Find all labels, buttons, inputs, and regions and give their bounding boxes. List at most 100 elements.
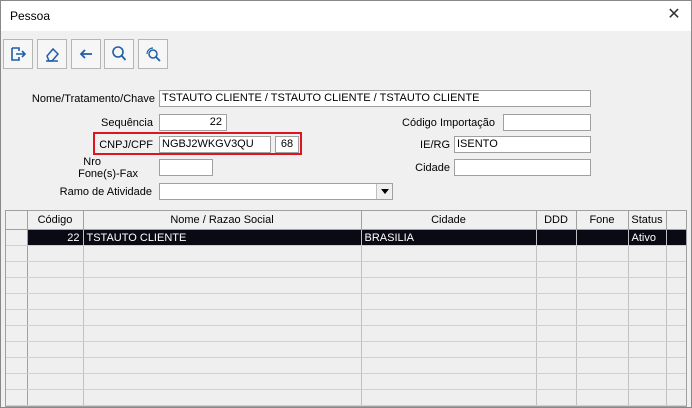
chevron-down-icon[interactable]: [376, 184, 392, 199]
title-bar: Pessoa ✕: [1, 1, 691, 31]
empty-cell: [536, 389, 577, 406]
empty-cell: [83, 373, 362, 390]
ierg-label: IE/RG: [420, 139, 450, 151]
empty-cell: [576, 277, 629, 294]
exit-icon: [11, 47, 27, 61]
cell-codigo: 22: [27, 229, 84, 246]
col-nome[interactable]: Nome / Razao Social: [83, 211, 362, 230]
sequencia-field[interactable]: 22: [159, 114, 227, 131]
empty-cell: [6, 389, 28, 406]
ramo-label: Ramo de Atividade: [59, 186, 152, 198]
empty-cell: [666, 245, 686, 262]
empty-cell: [628, 277, 667, 294]
empty-cell: [27, 341, 84, 358]
empty-cell: [361, 277, 537, 294]
empty-cell: [628, 373, 667, 390]
empty-cell: [83, 293, 362, 310]
sequencia-label: Sequência: [101, 117, 153, 129]
empty-cell: [576, 309, 629, 326]
empty-cell: [83, 341, 362, 358]
empty-cell: [27, 293, 84, 310]
grid-spacer-header: [666, 211, 686, 230]
empty-cell: [27, 309, 84, 326]
empty-row: [6, 245, 686, 262]
empty-cell: [666, 389, 686, 406]
cell-spacer: [666, 229, 686, 246]
empty-cell: [83, 245, 362, 262]
empty-cell: [666, 373, 686, 390]
empty-cell: [666, 325, 686, 342]
back-button[interactable]: [71, 39, 101, 69]
empty-row: [6, 389, 686, 406]
empty-cell: [536, 341, 577, 358]
nro-label: Nro: [83, 156, 101, 168]
clear-button[interactable]: [37, 39, 67, 69]
empty-row: [6, 373, 686, 390]
search-icon: [112, 46, 127, 61]
close-icon[interactable]: ✕: [665, 6, 683, 24]
ramo-select[interactable]: [159, 183, 393, 200]
empty-cell: [628, 293, 667, 310]
cell-ddd: [536, 229, 577, 246]
empty-cell: [83, 261, 362, 278]
empty-cell: [628, 325, 667, 342]
empty-cell: [576, 389, 629, 406]
empty-cell: [6, 357, 28, 374]
col-ddd[interactable]: DDD: [536, 211, 577, 230]
empty-cell: [628, 357, 667, 374]
advanced-search-button[interactable]: [138, 39, 168, 69]
empty-row: [6, 325, 686, 342]
nome-field[interactable]: TSTAUTO CLIENTE / TSTAUTO CLIENTE / TSTA…: [159, 90, 591, 107]
col-codigo[interactable]: Código: [27, 211, 84, 230]
cnpj-highlight-box: [93, 132, 302, 155]
fone-field[interactable]: [159, 159, 213, 176]
empty-cell: [361, 357, 537, 374]
empty-cell: [536, 309, 577, 326]
empty-cell: [576, 325, 629, 342]
empty-cell: [536, 325, 577, 342]
empty-cell: [27, 325, 84, 342]
empty-row: [6, 277, 686, 294]
cell-cidade: BRASILIA: [361, 229, 537, 246]
empty-cell: [27, 373, 84, 390]
empty-cell: [83, 357, 362, 374]
empty-cell: [27, 245, 84, 262]
empty-cell: [536, 261, 577, 278]
table-row[interactable]: 22 TSTAUTO CLIENTE BRASILIA Ativo: [6, 229, 686, 246]
cidade-field[interactable]: [454, 159, 591, 176]
empty-row: [6, 309, 686, 326]
empty-row: [6, 261, 686, 278]
empty-cell: [83, 389, 362, 406]
empty-cell: [27, 357, 84, 374]
empty-cell: [536, 245, 577, 262]
empty-row: [6, 357, 686, 374]
codigo-importacao-field[interactable]: [503, 114, 591, 131]
empty-cell: [576, 293, 629, 310]
col-cidade[interactable]: Cidade: [361, 211, 537, 230]
empty-cell: [628, 261, 667, 278]
empty-cell: [628, 341, 667, 358]
empty-cell: [576, 373, 629, 390]
empty-cell: [536, 293, 577, 310]
empty-cell: [536, 277, 577, 294]
empty-row: [6, 293, 686, 310]
search-button[interactable]: [104, 39, 134, 69]
toolbar: [1, 37, 691, 71]
empty-cell: [6, 293, 28, 310]
col-status[interactable]: Status: [628, 211, 667, 230]
empty-cell: [666, 277, 686, 294]
ierg-field[interactable]: ISENTO: [454, 136, 591, 153]
cell-status: Ativo: [628, 229, 667, 246]
empty-cell: [83, 325, 362, 342]
cell-nome: TSTAUTO CLIENTE: [83, 229, 362, 246]
empty-cell: [6, 341, 28, 358]
col-fone[interactable]: Fone: [576, 211, 629, 230]
empty-cell: [666, 261, 686, 278]
exit-button[interactable]: [3, 39, 33, 69]
grid-header: Código Nome / Razao Social Cidade DDD Fo…: [6, 211, 686, 230]
empty-cell: [576, 245, 629, 262]
pessoa-window: Pessoa ✕ Nome/Tratamento/Chave TSTAUTO C…: [0, 0, 692, 408]
back-arrow-icon: [79, 49, 92, 59]
row-indicator: [6, 229, 28, 246]
empty-row: [6, 341, 686, 358]
